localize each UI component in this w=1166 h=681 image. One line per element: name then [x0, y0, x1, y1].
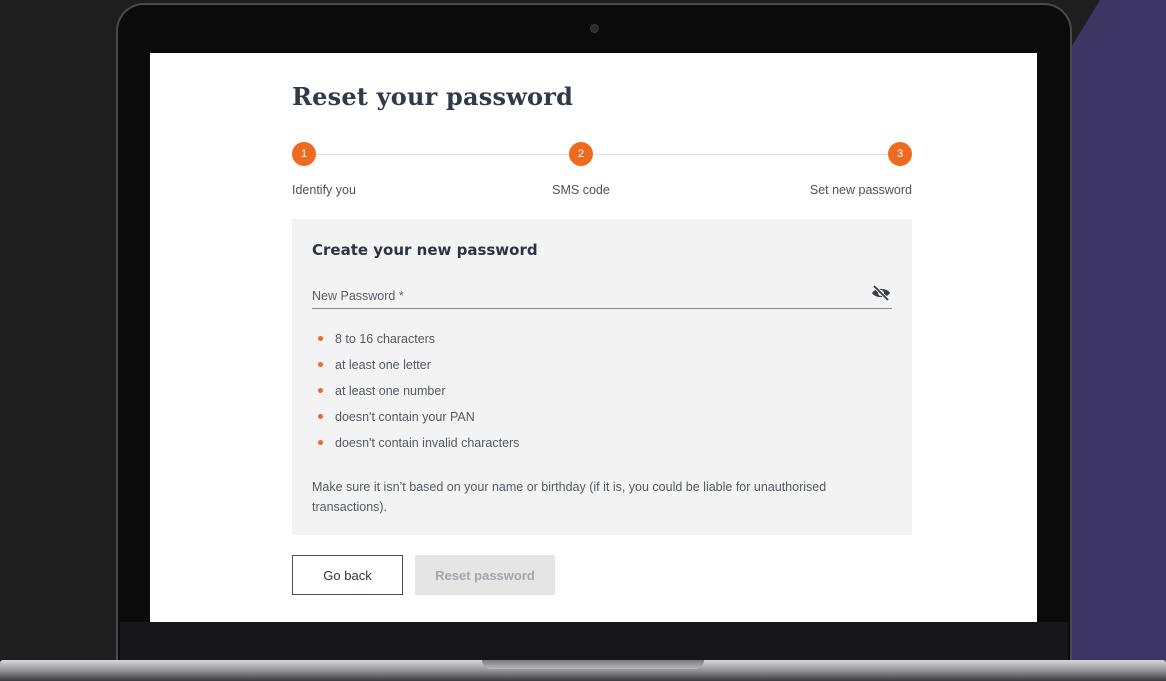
requirement-item: at least one letter [312, 355, 519, 381]
password-advice-note: Make sure it isn’t based on your name or… [312, 480, 827, 514]
stepper-track [304, 154, 908, 155]
card-heading: Create your new password [312, 241, 538, 259]
webcam [590, 24, 599, 33]
bullet-icon [318, 362, 323, 367]
requirement-item: at least one number [312, 381, 519, 407]
new-password-field [312, 281, 892, 309]
bullet-icon [318, 414, 323, 419]
go-back-button[interactable]: Go back [292, 555, 403, 595]
step-1-badge: 1 [292, 142, 316, 166]
password-requirements: 8 to 16 characters at least one letter a… [312, 329, 519, 459]
step-1-label: Identify you [292, 183, 356, 197]
browser-viewport: Reset your password 1 2 3 Identify you S… [150, 53, 1037, 622]
step-2-badge: 2 [569, 142, 593, 166]
page-title: Reset your password [292, 82, 574, 111]
bullet-icon [318, 336, 323, 341]
reset-password-button[interactable]: Reset password [415, 555, 555, 595]
step-2-label: SMS code [552, 183, 610, 197]
laptop-bezel [120, 622, 1068, 662]
step-3-badge: 3 [888, 142, 912, 166]
bullet-icon [318, 388, 323, 393]
new-password-card: Create your new password 8 to 16 charact… [292, 219, 912, 535]
bullet-icon [318, 440, 323, 445]
laptop-hinge-notch [482, 660, 704, 669]
eye-slash-icon[interactable] [870, 283, 892, 303]
requirement-item: doesn't contain your PAN [312, 407, 519, 433]
requirement-item: 8 to 16 characters [312, 329, 519, 355]
new-password-input[interactable] [312, 285, 852, 307]
step-3-label: Set new password [809, 183, 912, 197]
requirement-item: doesn't contain invalid characters [312, 433, 519, 459]
